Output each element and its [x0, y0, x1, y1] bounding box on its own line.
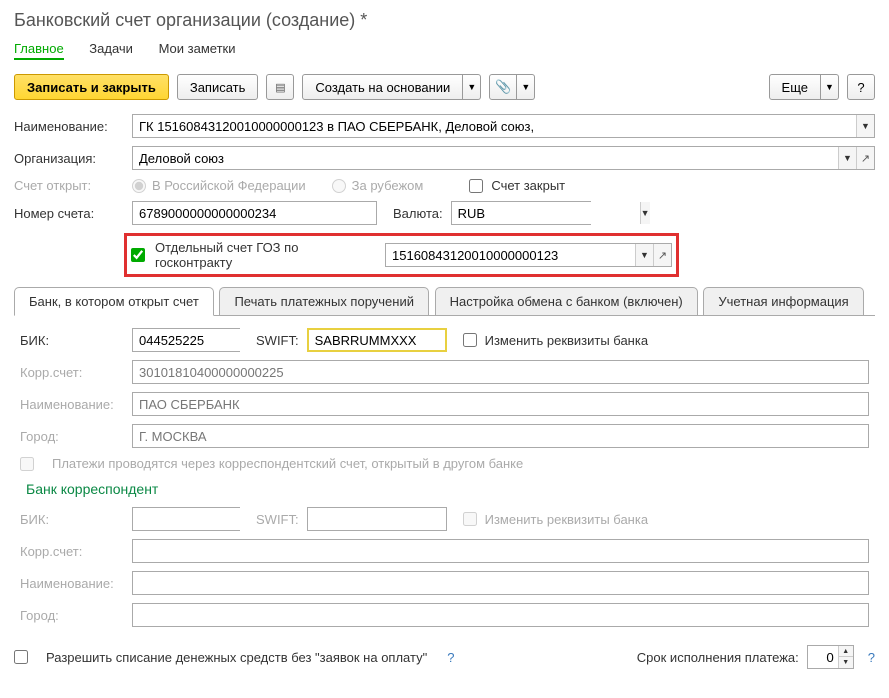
create-based-button[interactable]: Создать на основании: [302, 74, 463, 100]
save-close-button[interactable]: Записать и закрыть: [14, 74, 169, 100]
cchange-req-label: Изменить реквизиты банка: [485, 512, 648, 527]
corr-bank-heading: Банк корреспондент: [26, 481, 869, 497]
page-title: Банковский счет организации (создание) *: [14, 10, 875, 31]
allow-writeoff-checkbox[interactable]: [14, 650, 28, 664]
name-dropdown-icon[interactable]: ▼: [856, 115, 874, 137]
radio-abroad[interactable]: За рубежом: [332, 178, 424, 193]
org-select[interactable]: ▼ ↗: [132, 146, 875, 170]
ccity-label: Город:: [20, 608, 124, 623]
bankname-input: [132, 392, 869, 416]
ccorr-label: Корр.счет:: [20, 544, 124, 559]
num-input[interactable]: [132, 201, 377, 225]
goz-checkbox[interactable]: [131, 248, 145, 262]
nav-tab-notes[interactable]: Мои заметки: [159, 41, 236, 58]
help-button[interactable]: ?: [847, 74, 875, 100]
bankname-label: Наименование:: [20, 397, 124, 412]
swift-label: SWIFT:: [256, 333, 299, 348]
closed-checkbox[interactable]: [469, 179, 483, 193]
bik-label: БИК:: [20, 333, 124, 348]
cur-dropdown-icon[interactable]: ▼: [640, 202, 650, 224]
goz-open-icon[interactable]: ↗: [653, 244, 671, 266]
cur-label: Валюта:: [393, 206, 443, 221]
name-label: Наименование:: [14, 119, 124, 134]
goz-row: Отдельный счет ГОЗ по госконтракту ▼ ↗: [124, 233, 679, 277]
nav-tab-tasks[interactable]: Задачи: [89, 41, 133, 58]
tab-bank[interactable]: Банк, в котором открыт счет: [14, 287, 214, 316]
open-label: Счет открыт:: [14, 178, 124, 193]
paperclip-icon: 📎: [495, 79, 511, 95]
change-req-label: Изменить реквизиты банка: [485, 333, 648, 348]
tab-acct[interactable]: Учетная информация: [703, 287, 863, 316]
org-open-icon[interactable]: ↗: [856, 147, 874, 169]
name-select[interactable]: ▼: [132, 114, 875, 138]
cswift-label: SWIFT:: [256, 512, 299, 527]
cbik-select: ↗: [132, 507, 240, 531]
allow-writeoff-label: Разрешить списание денежных средств без …: [46, 650, 427, 665]
radio-rf[interactable]: В Российской Федерации: [132, 178, 306, 193]
nav-tab-main[interactable]: Главное: [14, 41, 64, 60]
via-corr-checkbox: [20, 457, 34, 471]
save-button[interactable]: Записать: [177, 74, 259, 100]
ccity-input: [132, 603, 869, 627]
attach-dropdown[interactable]: ▼: [517, 74, 535, 100]
org-input[interactable]: [133, 147, 838, 169]
num-label: Номер счета:: [14, 206, 124, 221]
cbik-label: БИК:: [20, 512, 124, 527]
toolbar: Записать и закрыть Записать ▤ Создать на…: [14, 74, 875, 100]
tab-print[interactable]: Печать платежных поручений: [219, 287, 429, 316]
corr-label: Корр.счет:: [20, 365, 124, 380]
term-input[interactable]: [808, 646, 838, 668]
nav-tabs: Главное Задачи Мои заметки: [14, 41, 875, 60]
bik-select[interactable]: ↗: [132, 328, 240, 352]
stepper-up-icon[interactable]: ▲: [839, 646, 853, 657]
city-input: [132, 424, 869, 448]
term-stepper[interactable]: ▲ ▼: [807, 645, 854, 669]
gallery-icon-button[interactable]: ▤: [266, 74, 294, 100]
create-based-dropdown[interactable]: ▼: [463, 74, 481, 100]
name-input[interactable]: [133, 115, 856, 137]
term-label: Срок исполнения платежа:: [637, 650, 799, 665]
org-label: Организация:: [14, 151, 124, 166]
external-icon: ↗: [861, 152, 870, 165]
goz-select[interactable]: ▼ ↗: [385, 243, 672, 267]
goz-dropdown-icon[interactable]: ▼: [635, 244, 653, 266]
attach-group: 📎 ▼: [489, 74, 535, 100]
cur-select[interactable]: ▼: [451, 201, 591, 225]
more-button[interactable]: Еще: [769, 74, 821, 100]
content-tabs: Банк, в котором открыт счет Печать плате…: [14, 287, 875, 316]
stepper-down-icon[interactable]: ▼: [839, 657, 853, 668]
org-dropdown-icon[interactable]: ▼: [838, 147, 856, 169]
city-label: Город:: [20, 429, 124, 444]
cur-input[interactable]: [452, 202, 640, 224]
more-group: Еще ▼: [769, 74, 839, 100]
external-icon: ↗: [658, 249, 667, 262]
attach-button[interactable]: 📎: [489, 74, 517, 100]
tab-exchange[interactable]: Настройка обмена с банком (включен): [435, 287, 698, 316]
more-dropdown[interactable]: ▼: [821, 74, 839, 100]
help-link[interactable]: ?: [447, 650, 454, 665]
closed-label: Счет закрыт: [491, 178, 565, 193]
corr-input: [132, 360, 869, 384]
swift-input[interactable]: [307, 328, 447, 352]
goz-input[interactable]: [386, 244, 635, 266]
change-req-checkbox[interactable]: [463, 333, 477, 347]
ccorr-input: [132, 539, 869, 563]
cchange-req-checkbox: [463, 512, 477, 526]
list-icon: ▤: [275, 81, 285, 94]
via-corr-label: Платежи проводятся через корреспондентск…: [52, 456, 523, 471]
create-based-group: Создать на основании ▼: [302, 74, 481, 100]
cname-label: Наименование:: [20, 576, 124, 591]
cname-input: [132, 571, 869, 595]
cswift-input: [307, 507, 447, 531]
goz-label: Отдельный счет ГОЗ по госконтракту: [155, 240, 375, 270]
term-help-link[interactable]: ?: [868, 650, 875, 665]
